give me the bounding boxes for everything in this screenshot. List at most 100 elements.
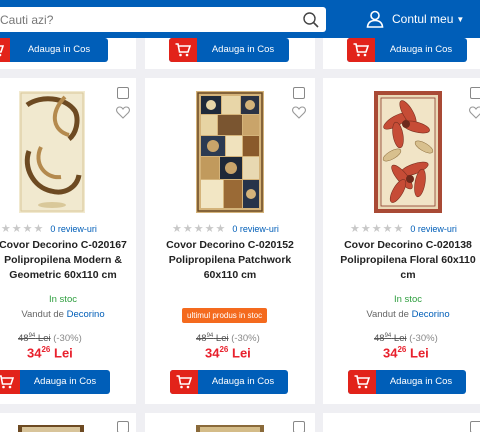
product-card-next bbox=[0, 413, 136, 432]
cart-icon-box bbox=[347, 38, 375, 62]
discount: (-30%) bbox=[409, 333, 438, 345]
account-menu[interactable]: Contul meu ▼ bbox=[366, 9, 464, 29]
heart-icon[interactable] bbox=[292, 106, 306, 119]
rating: ★★★★★ 0 review-uri bbox=[0, 222, 97, 235]
user-icon bbox=[366, 10, 384, 28]
search-icon[interactable] bbox=[302, 11, 320, 29]
cart-icon-box bbox=[348, 370, 376, 394]
search-input[interactable] bbox=[0, 11, 290, 28]
old-price: 4894 Lei (-30%) bbox=[374, 333, 438, 344]
low-stock-badge: ultimul produs in stoc bbox=[182, 308, 268, 323]
search-bar bbox=[0, 7, 326, 32]
cart-icon bbox=[353, 43, 369, 57]
cart-icon-box bbox=[170, 370, 198, 394]
discount: (-30%) bbox=[231, 333, 260, 345]
old-price-value: 4894 Lei bbox=[196, 333, 229, 345]
product-title[interactable]: Covor Decorino C-020152 Polipropilena Pa… bbox=[145, 238, 315, 283]
title-line: Polipropilena Modern & bbox=[4, 254, 122, 266]
sold-by: Vandut de Decorino bbox=[0, 309, 136, 320]
reviews-link[interactable]: 0 review-uri bbox=[50, 224, 97, 234]
price: 3426 Lei bbox=[205, 345, 251, 361]
compare-checkbox[interactable] bbox=[117, 421, 129, 432]
title-line: Polipropilena Floral 60x110 bbox=[340, 254, 476, 266]
add-to-cart-button[interactable]: Adauga in Cos bbox=[0, 38, 108, 62]
product-image[interactable] bbox=[19, 91, 85, 213]
product-image[interactable] bbox=[18, 425, 84, 432]
cart-icon-box bbox=[169, 38, 197, 62]
rating: ★★★★★ 0 review-uri bbox=[172, 222, 279, 235]
cart-icon bbox=[175, 43, 191, 57]
product-card[interactable]: ★★★★★ 0 review-uri Covor Decorino C-0201… bbox=[145, 78, 315, 404]
star-icon: ★ bbox=[360, 223, 371, 235]
star-icon: ★ bbox=[193, 223, 204, 235]
old-price-value: 4894 Lei bbox=[18, 333, 51, 345]
add-to-cart-button[interactable]: Adauga in Cos bbox=[0, 370, 110, 394]
heart-icon[interactable] bbox=[469, 106, 480, 119]
add-to-cart-label: Adauga in Cos bbox=[389, 376, 453, 387]
product-card[interactable]: ★★★★★ 0 review-uri Covor Decorino C-0201… bbox=[323, 78, 480, 404]
star-icon: ★ bbox=[33, 223, 44, 235]
star-icon: ★ bbox=[172, 223, 182, 235]
compare-checkbox[interactable] bbox=[470, 421, 480, 432]
add-to-cart-label: Adauga in Cos bbox=[211, 44, 275, 55]
price: 3426 Lei bbox=[27, 345, 73, 361]
star-icon: ★ bbox=[204, 223, 215, 235]
sold-by-prefix: Vandut de bbox=[366, 309, 409, 320]
star-icon: ★ bbox=[371, 223, 382, 235]
top-header: Contul meu ▼ bbox=[0, 0, 480, 38]
compare-checkbox[interactable] bbox=[117, 87, 129, 99]
cart-icon-box bbox=[0, 370, 20, 394]
add-to-cart-button[interactable]: Adauga in Cos bbox=[348, 370, 466, 394]
star-icon: ★ bbox=[215, 223, 226, 235]
compare-checkbox[interactable] bbox=[470, 87, 480, 99]
sold-by-prefix: Vandut de bbox=[21, 309, 64, 320]
add-to-cart-label: Adauga in Cos bbox=[389, 44, 453, 55]
heart-icon[interactable] bbox=[116, 106, 130, 119]
add-to-cart-label: Adauga in Cos bbox=[33, 376, 97, 387]
product-card-prev: Adauga in Cos bbox=[0, 38, 136, 69]
product-title[interactable]: Covor Decorino C-020167 Polipropilena Mo… bbox=[0, 238, 136, 283]
title-line: Covor Decorino C-020152 bbox=[166, 239, 294, 251]
add-to-cart-button[interactable]: Adauga in Cos bbox=[170, 370, 288, 394]
title-line: Covor Decorino C-020138 bbox=[344, 239, 472, 251]
star-icon: ★ bbox=[22, 223, 33, 235]
title-line: cm bbox=[400, 269, 416, 281]
account-label: Contul meu bbox=[392, 12, 454, 26]
discount: (-30%) bbox=[53, 333, 82, 345]
sold-by: Vandut de Decorino bbox=[323, 309, 480, 320]
title-line: Polipropilena Patchwork bbox=[168, 254, 292, 266]
product-title[interactable]: Covor Decorino C-020138 Polipropilena Fl… bbox=[323, 238, 480, 283]
add-to-cart-button[interactable]: Adauga in Cos bbox=[347, 38, 467, 62]
reviews-link[interactable]: 0 review-uri bbox=[410, 224, 457, 234]
product-card-prev: Adauga in Cos bbox=[323, 38, 480, 69]
title-line: 60x110 cm bbox=[203, 269, 257, 281]
cart-icon bbox=[0, 375, 14, 389]
title-line: Geometric 60x110 cm bbox=[9, 269, 117, 281]
star-icon: ★ bbox=[11, 223, 22, 235]
price: 3426 Lei bbox=[383, 345, 429, 361]
cart-icon bbox=[354, 375, 370, 389]
seller-link[interactable]: Decorino bbox=[412, 309, 450, 320]
product-image[interactable] bbox=[196, 91, 264, 213]
star-icon: ★ bbox=[382, 223, 393, 235]
product-card-next bbox=[145, 413, 315, 432]
reviews-link[interactable]: 0 review-uri bbox=[232, 224, 279, 234]
stock-status: In stoc bbox=[49, 294, 77, 305]
star-icon: ★ bbox=[182, 223, 193, 235]
product-image[interactable] bbox=[196, 425, 264, 432]
product-image[interactable] bbox=[374, 91, 442, 213]
compare-checkbox[interactable] bbox=[293, 87, 305, 99]
old-price: 4894 Lei (-30%) bbox=[196, 333, 260, 344]
compare-checkbox[interactable] bbox=[293, 421, 305, 432]
add-to-cart-label: Adauga in Cos bbox=[211, 376, 275, 387]
chevron-down-icon: ▼ bbox=[456, 14, 465, 24]
rating: ★★★★★ 0 review-uri bbox=[350, 222, 457, 235]
product-card-prev: Adauga in Cos bbox=[145, 38, 315, 69]
cart-icon bbox=[0, 45, 4, 57]
add-to-cart-label: Adauga in Cos bbox=[27, 44, 91, 55]
star-icon: ★ bbox=[350, 223, 360, 235]
cart-icon bbox=[176, 375, 192, 389]
seller-link[interactable]: Decorino bbox=[67, 309, 105, 320]
add-to-cart-button[interactable]: Adauga in Cos bbox=[169, 38, 289, 62]
product-card[interactable]: ★★★★★ 0 review-uri Covor Decorino C-0201… bbox=[0, 78, 136, 404]
